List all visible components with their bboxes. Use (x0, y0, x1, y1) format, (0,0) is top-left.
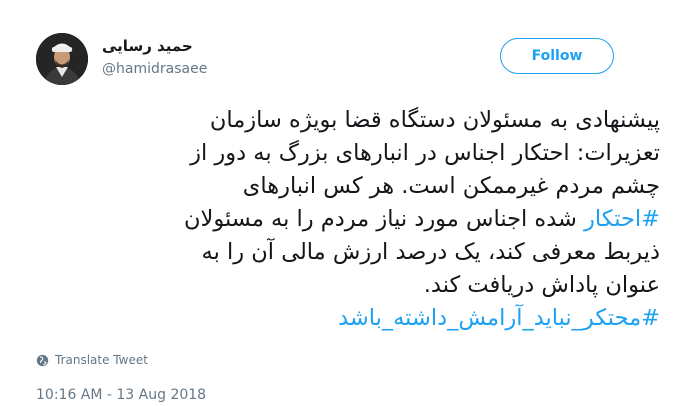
avatar[interactable] (36, 33, 88, 85)
tweet-line: تعزیرات: احتکار اجناس در انبارهای بزرگ ب… (190, 140, 660, 166)
tweet-line: ذیربط معرفی کند، یک درصد ارزش مالی آن را… (201, 239, 660, 265)
tweet-line: عنوان پاداش دریافت کند. (423, 272, 660, 298)
user-handle[interactable]: @hamidrasaee (102, 61, 207, 77)
tweet-line: #احتکار شده اجناس مورد نیاز مردم را به م… (36, 203, 660, 236)
globe-icon (36, 354, 49, 366)
display-name[interactable]: حمید رسایی (102, 37, 193, 55)
tweet-text: پیشنهادی به مسئولان دستگاه قضا بویژه ساز… (36, 104, 660, 335)
tweet-line: چشم مردم غیرممکن است. هر کس انبارهای (242, 173, 660, 199)
translate-label[interactable]: Translate Tweet (55, 353, 148, 367)
translate-tweet[interactable]: Translate Tweet (36, 353, 148, 367)
follow-button[interactable]: Follow (500, 38, 614, 74)
avatar-image (36, 33, 88, 85)
hashtag-link[interactable]: #محتکر_نباید_آرامش_داشته_باشد (338, 305, 660, 331)
timestamp[interactable]: 10:16 AM - 13 Aug 2018 (36, 387, 206, 403)
tweet-line: پیشنهادی به مسئولان دستگاه قضا بویژه ساز… (209, 107, 660, 133)
tweet-line: #محتکر_نباید_آرامش_داشته_باشد (36, 302, 660, 335)
hashtag-link[interactable]: #احتکار (584, 206, 660, 232)
tweet-line-text: شده اجناس مورد نیاز مردم را به مسئولان (184, 206, 585, 232)
